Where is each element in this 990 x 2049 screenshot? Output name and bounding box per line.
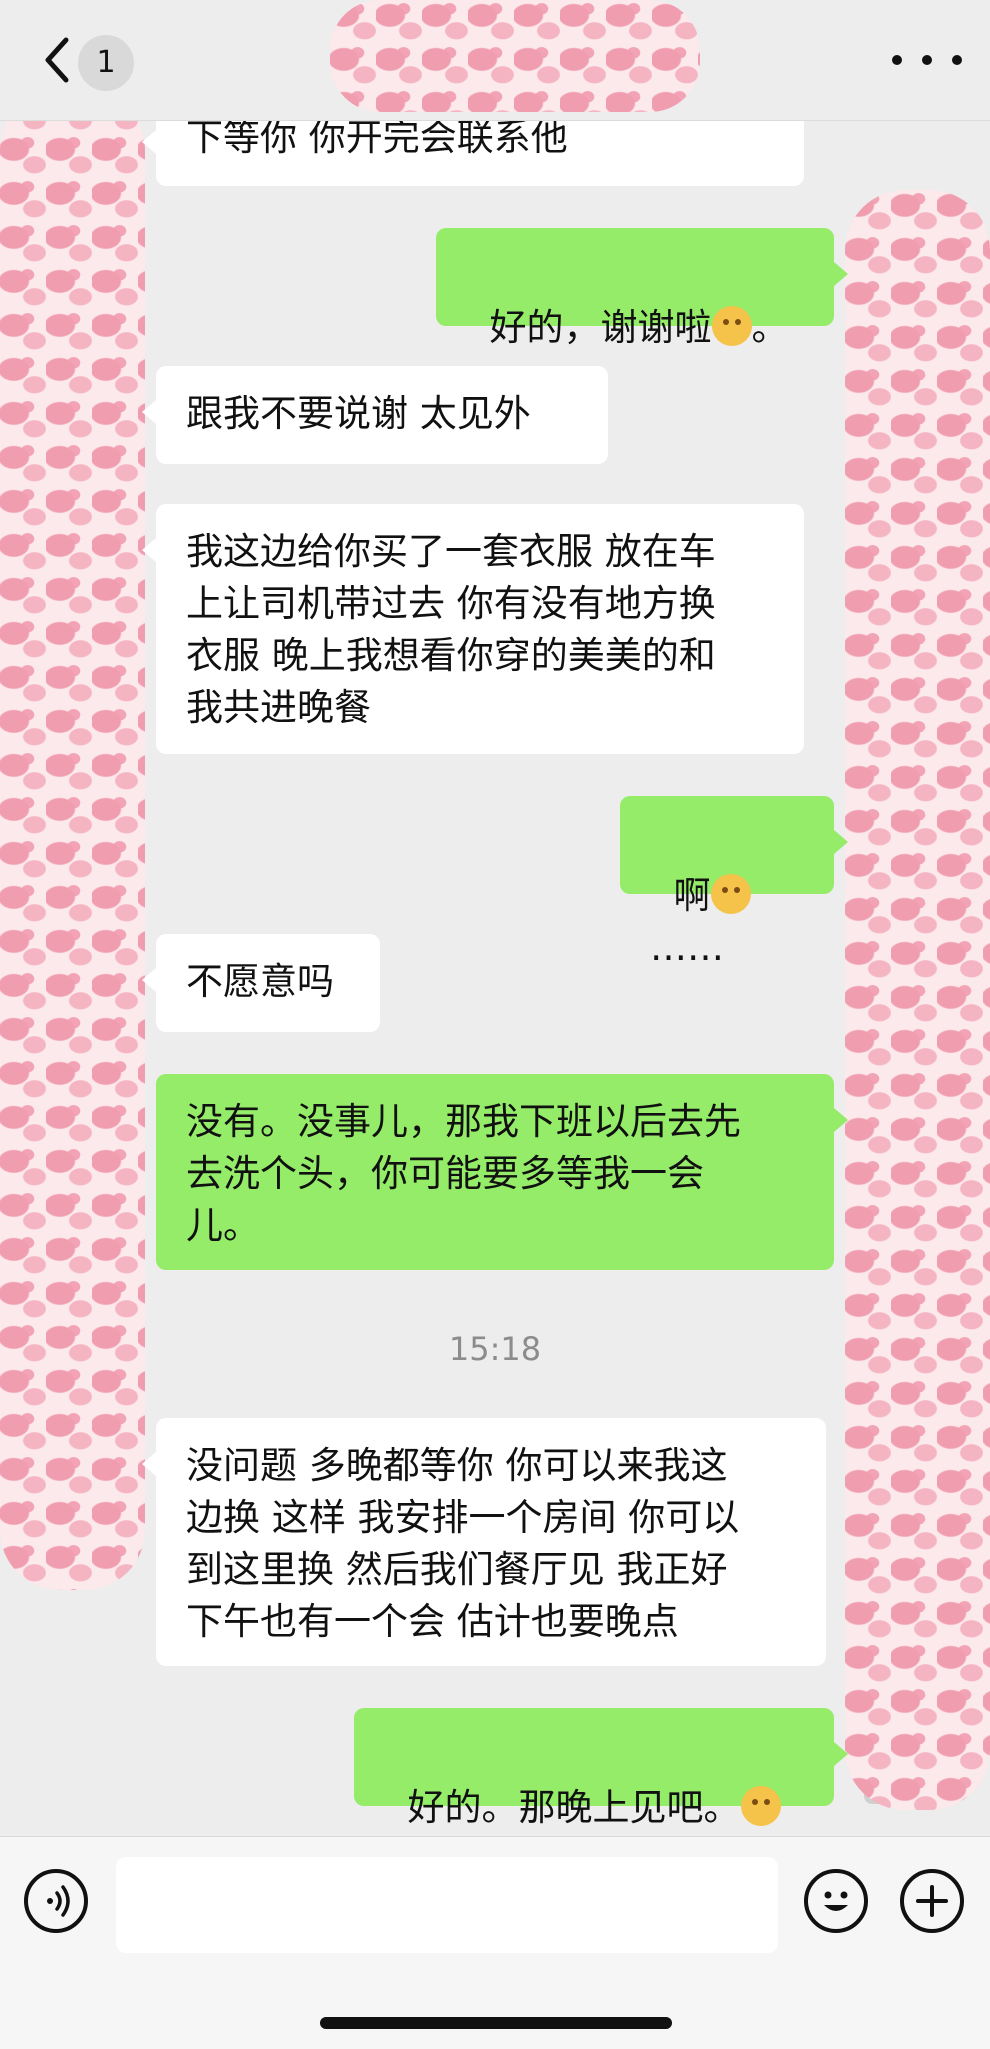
message-incoming[interactable]: 不愿意吗	[142, 934, 380, 1032]
smile-emoji-icon	[740, 1786, 781, 1826]
dot-icon	[922, 55, 932, 65]
message-text: 好的，谢谢啦	[489, 306, 712, 349]
message-timestamp: 15:18	[448, 1330, 542, 1368]
dot-icon	[952, 55, 962, 65]
message-incoming[interactable]: 我这边给你买了一套衣服 放在车 上让司机带过去 你有没有地方换 衣服 晚上我想看…	[142, 504, 804, 754]
plus-icon	[916, 1885, 948, 1917]
message-text-suffix: ……	[650, 926, 724, 969]
message-outgoing[interactable]: 啊 ……	[620, 796, 848, 969]
emoji-icon	[824, 1891, 848, 1911]
message-text: 啊	[673, 874, 711, 917]
more-options-button[interactable]	[892, 40, 962, 80]
unread-count-badge[interactable]: 1	[78, 35, 134, 91]
message-outgoing[interactable]: 没有。没事儿，那我下班以后去先 去洗个头，你可能要多等我一会 儿。	[156, 1074, 848, 1270]
message-outgoing[interactable]: 好的。那晚上见吧。	[354, 1708, 848, 1829]
message-outgoing[interactable]: 好的，谢谢啦。	[436, 228, 848, 349]
message-text: 好的。那晚上见吧。	[407, 1786, 741, 1829]
home-indicator[interactable]	[320, 2017, 672, 2029]
censor-overlay-title	[330, 0, 700, 112]
emoji-button[interactable]	[804, 1869, 868, 1933]
voice-icon	[47, 1885, 70, 1917]
message-incoming[interactable]: 没问题 多晚都等你 你可以来我这 边换 这样 我安排一个房间 你可以 到这里换 …	[142, 1418, 826, 1666]
more-functions-button[interactable]	[900, 1869, 964, 1933]
smile-emoji-icon	[711, 306, 752, 346]
message-input[interactable]	[116, 1857, 778, 1953]
dot-icon	[892, 55, 902, 65]
input-bar	[0, 1836, 990, 2049]
message-incoming[interactable]: 跟我不要说谢 太见外	[142, 366, 608, 464]
censor-overlay-right	[845, 190, 990, 1810]
shy-emoji-icon	[710, 874, 751, 914]
message-text-suffix: 。	[751, 306, 789, 349]
voice-input-button[interactable]	[24, 1869, 88, 1933]
